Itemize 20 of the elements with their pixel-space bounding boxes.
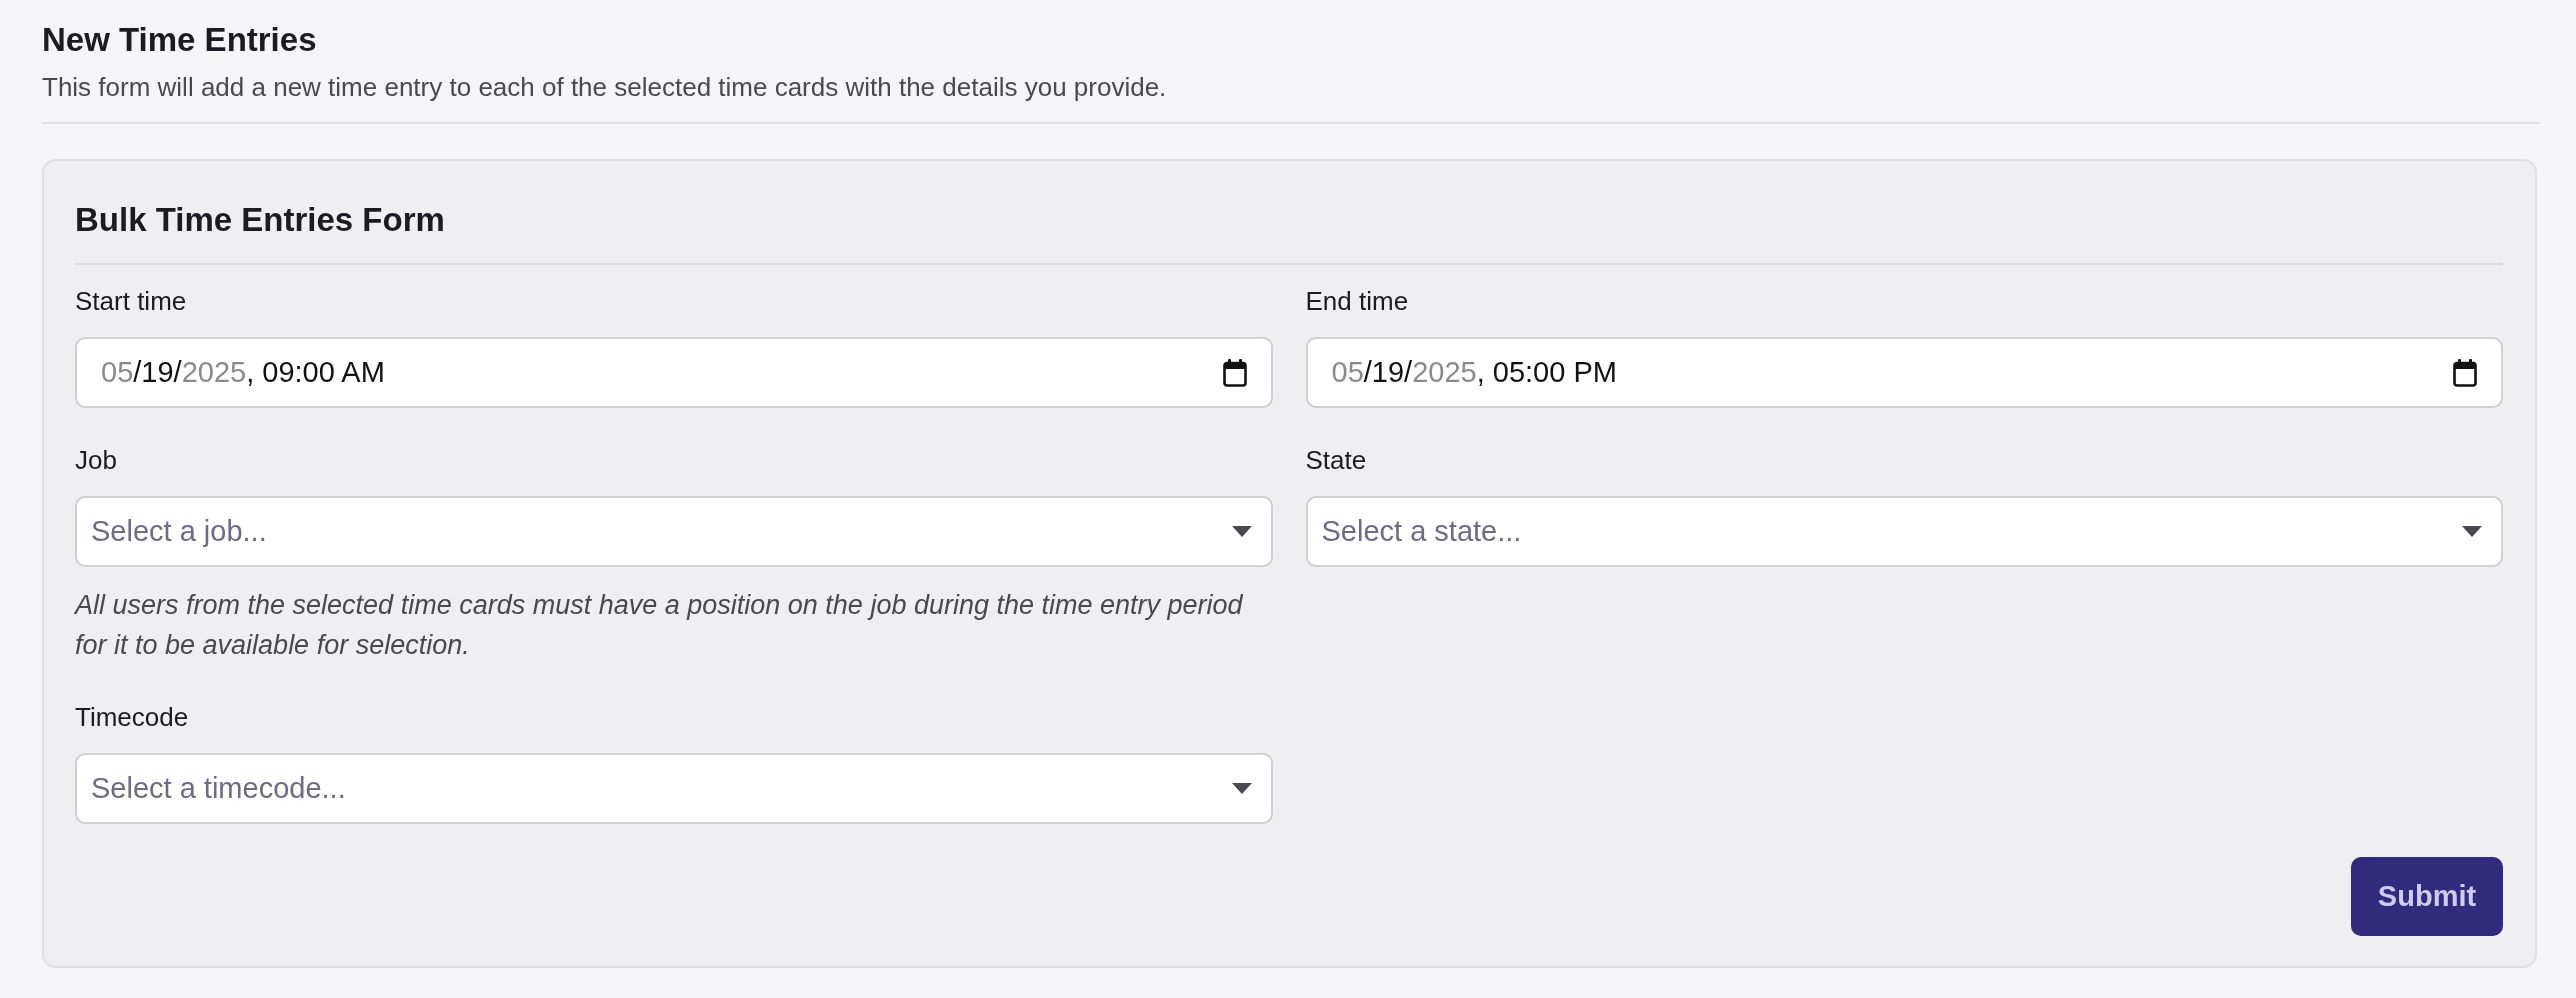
field-label: Job (75, 445, 118, 476)
help-text: All users from the selected time cards must have a position on the job during the time entry period for it to be available for selection. (75, 589, 1244, 662)
page-title: New Time Entries (42, 20, 318, 60)
select-field[interactable]: Select a job... (75, 496, 1273, 567)
calendar-icon (1222, 358, 1247, 387)
field-label: Start time (75, 286, 188, 317)
submit-button[interactable]: Submit (2351, 857, 2503, 936)
page-description: This form will add a new time entry to each of the selected time cards with the details you provide. (42, 72, 1168, 103)
caret-icon (2462, 526, 2482, 537)
caret-icon (1231, 783, 1252, 794)
field-label: State (1305, 445, 1368, 476)
datetime-field[interactable]: 05/19/2025, 09:00 AM (75, 337, 1273, 408)
select-field[interactable]: Select a timecode... (75, 753, 1273, 824)
datetime-field[interactable]: 05/19/2025, 05:00 PM (1305, 337, 2503, 408)
calendar-icon (2453, 358, 2477, 387)
select-field[interactable]: Select a state... (1305, 496, 2503, 567)
caret-icon (1231, 526, 1252, 537)
field-label: Timecode (75, 702, 190, 733)
field-label: End time (1305, 286, 1410, 317)
card-title: Bulk Time Entries Form (75, 200, 446, 240)
